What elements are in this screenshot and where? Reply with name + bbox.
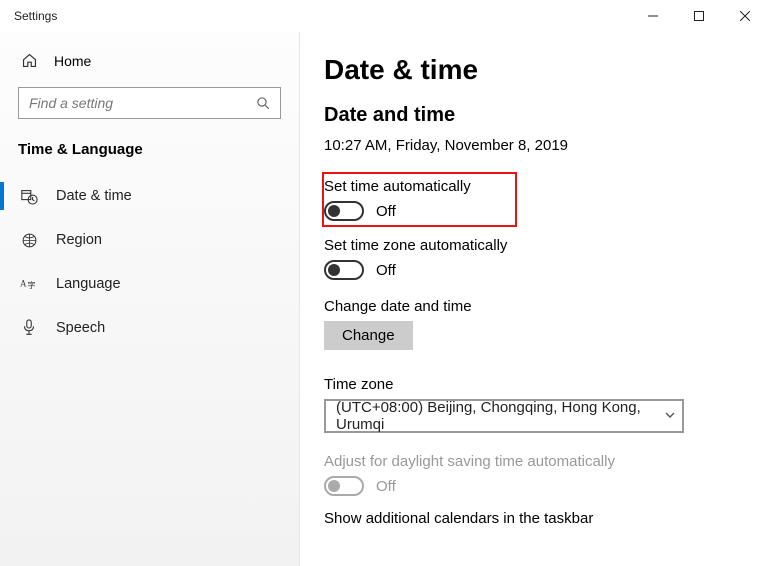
svg-text:字: 字 (27, 280, 35, 290)
sidebar-home[interactable]: Home (0, 46, 299, 81)
chevron-down-icon (664, 408, 676, 425)
sidebar-item-label: Language (56, 276, 121, 292)
set-time-auto-toggle[interactable] (324, 201, 364, 221)
close-button[interactable] (722, 0, 768, 32)
sidebar-item-language[interactable]: A字 Language (0, 262, 299, 306)
sidebar-item-date-time[interactable]: Date & time (0, 174, 299, 218)
sidebar-item-region[interactable]: Region (0, 218, 299, 262)
sidebar-item-label: Region (56, 232, 102, 248)
set-tz-auto-toggle[interactable] (324, 260, 364, 280)
sidebar-item-speech[interactable]: Speech (0, 306, 299, 350)
svg-text:A: A (20, 278, 27, 288)
timezone-select[interactable]: (UTC+08:00) Beijing, Chongqing, Hong Kon… (324, 399, 684, 433)
timezone-value: (UTC+08:00) Beijing, Chongqing, Hong Kon… (336, 399, 664, 433)
sidebar-item-label: Speech (56, 320, 105, 336)
clock-calendar-icon (20, 187, 38, 205)
sidebar-item-label: Date & time (56, 188, 132, 204)
current-datetime: 10:27 AM, Friday, November 8, 2019 (324, 137, 744, 154)
sidebar: Home Time & Language Date & time Region (0, 32, 300, 566)
window-title: Settings (14, 9, 57, 23)
maximize-button[interactable] (676, 0, 722, 32)
minimize-button[interactable] (630, 0, 676, 32)
microphone-icon (20, 319, 38, 337)
dst-state: Off (376, 478, 396, 495)
set-tz-auto-label: Set time zone automatically (324, 237, 744, 254)
category-title: Time & Language (0, 133, 299, 174)
main-content: Date & time Date and time 10:27 AM, Frid… (300, 32, 768, 566)
highlight-set-time-auto: Set time automatically Off (322, 172, 517, 227)
globe-icon (20, 232, 38, 249)
home-label: Home (54, 53, 91, 69)
additional-calendars-label: Show additional calendars in the taskbar (324, 510, 744, 527)
home-icon (20, 52, 38, 69)
titlebar: Settings (0, 0, 768, 32)
search-box[interactable] (18, 87, 281, 119)
page-title: Date & time (324, 54, 744, 86)
set-time-auto-label: Set time automatically (324, 178, 507, 195)
dst-toggle (324, 476, 364, 496)
set-tz-auto-state: Off (376, 262, 396, 279)
change-dt-label: Change date and time (324, 298, 744, 315)
change-button[interactable]: Change (324, 321, 413, 350)
timezone-label: Time zone (324, 376, 744, 393)
search-icon (246, 96, 280, 111)
set-time-auto-state: Off (376, 203, 396, 220)
search-input[interactable] (19, 95, 246, 111)
language-icon: A字 (20, 275, 38, 293)
section-title: Date and time (324, 104, 744, 127)
dst-label: Adjust for daylight saving time automati… (324, 453, 744, 470)
